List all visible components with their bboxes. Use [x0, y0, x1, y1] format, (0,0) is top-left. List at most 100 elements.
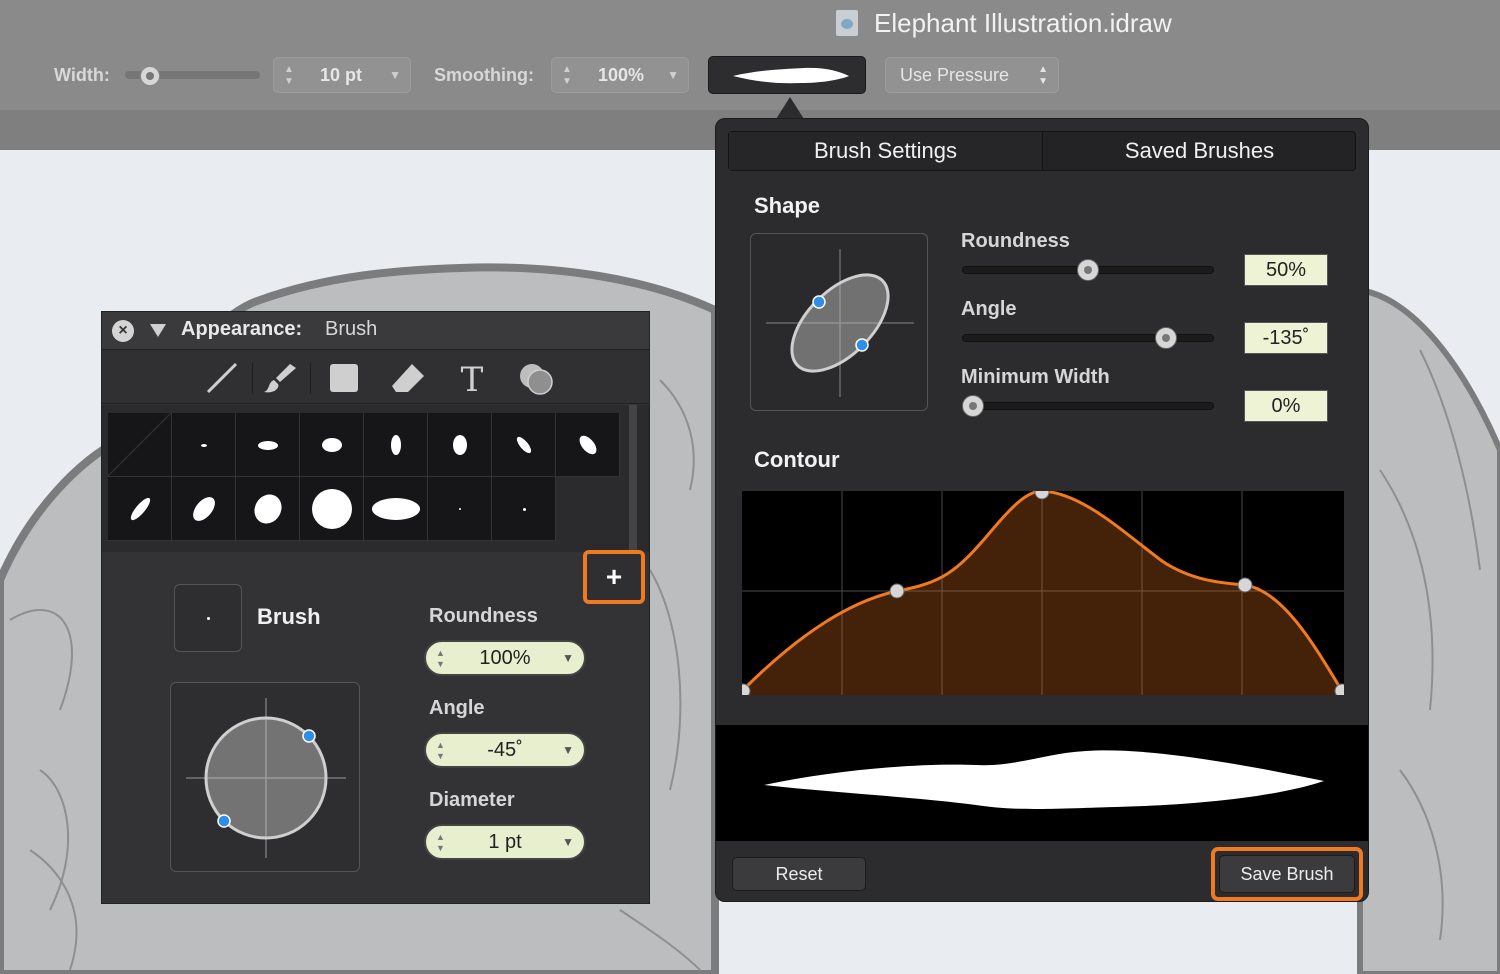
width-stepper[interactable]: ▲ ▼ 10 pt ▼ — [273, 57, 411, 93]
brush-tip-shape — [576, 432, 600, 458]
chevron-down-icon[interactable]: ▼ — [562, 826, 574, 858]
chevron-down-icon[interactable]: ▼ — [389, 58, 401, 92]
brush-stroke-icon — [733, 67, 849, 84]
diameter-label: Diameter — [429, 789, 515, 811]
chevron-down-icon[interactable]: ▼ — [562, 734, 574, 766]
appearance-header: × Appearance: Brush — [102, 312, 649, 350]
line-tool-icon[interactable] — [196, 358, 248, 398]
stepper-arrows-icon[interactable]: ▲ ▼ — [436, 828, 445, 854]
shape-angle-label: Angle — [961, 298, 1017, 320]
brush-tip-shape — [391, 435, 401, 455]
width-slider-knob[interactable] — [140, 66, 160, 86]
brush-tip-cell[interactable] — [364, 413, 428, 477]
add-brush-button[interactable]: + — [583, 550, 645, 604]
stepper-arrows-icon[interactable]: ▲ ▼ — [562, 58, 572, 88]
shape-combine-icon[interactable] — [510, 358, 562, 398]
text-tool-icon[interactable]: T — [446, 358, 498, 400]
brush-tip-cell[interactable] — [300, 477, 364, 541]
tool-divider — [252, 362, 253, 394]
eraser-tool-icon[interactable] — [382, 358, 434, 398]
stepper-arrows-icon[interactable]: ▲ ▼ — [436, 644, 445, 670]
roundness-value-field[interactable]: 50% — [1244, 254, 1328, 286]
angle-value-field[interactable]: -135˚ — [1244, 322, 1328, 354]
brush-tip-cell[interactable] — [300, 413, 364, 477]
angle-handle[interactable] — [217, 814, 231, 828]
brush-tip-cell[interactable] — [172, 477, 236, 541]
brush-tip-cell[interactable] — [428, 413, 492, 477]
angle-combo[interactable]: ▲ ▼ -45˚ ▼ — [424, 732, 586, 768]
disclosure-triangle-icon[interactable] — [150, 324, 166, 337]
shape-handle[interactable] — [855, 338, 869, 352]
brush-tip-cell[interactable] — [364, 477, 428, 541]
popover-arrow — [776, 97, 804, 119]
brush-tip-shape — [459, 508, 461, 510]
brush-tip-cell[interactable] — [172, 413, 236, 477]
roundness-combo[interactable]: ▲ ▼ 100% ▼ — [424, 640, 586, 676]
brush-tip-cell[interactable] — [236, 413, 300, 477]
tool-divider — [310, 362, 311, 394]
rectangle-tool-icon[interactable] — [318, 358, 370, 398]
width-value: 10 pt — [320, 65, 363, 85]
angle-value: -45˚ — [487, 739, 523, 761]
brush-tabs: Brush Settings Saved Brushes — [728, 131, 1356, 171]
brush-tip-cell[interactable] — [108, 477, 172, 541]
shape-handle[interactable] — [812, 295, 826, 309]
diameter-combo[interactable]: ▲ ▼ 1 pt ▼ — [424, 824, 586, 860]
diameter-value: 1 pt — [488, 831, 522, 853]
brush-tip-shape — [453, 435, 467, 455]
svg-text:T: T — [461, 360, 484, 398]
brush-grid — [108, 413, 621, 543]
shape-editor[interactable] — [750, 233, 928, 411]
shape-title: Shape — [754, 193, 821, 218]
reset-button[interactable]: Reset — [732, 857, 866, 891]
contour-point[interactable] — [1237, 577, 1253, 593]
angle-slider-knob[interactable] — [1155, 327, 1178, 349]
tab-saved-brushes[interactable]: Saved Brushes — [1043, 132, 1356, 170]
brush-settings-popover: Brush Settings Saved Brushes Shape Round… — [715, 118, 1369, 902]
brush-grid-scrollbar[interactable] — [629, 405, 637, 552]
brush-tip-shape — [249, 489, 287, 529]
brush-name-label: Brush — [257, 604, 321, 629]
min-width-slider[interactable] — [962, 402, 1214, 410]
brush-tip-shape — [312, 489, 352, 529]
brush-tip-cell[interactable] — [492, 413, 556, 477]
chevron-down-icon[interactable]: ▼ — [667, 58, 679, 92]
plus-icon: + — [605, 561, 623, 592]
angle-handle[interactable] — [302, 729, 316, 743]
stepper-arrows-icon[interactable]: ▲ ▼ — [284, 58, 294, 88]
brush-tip-cell[interactable] — [236, 477, 300, 541]
brush-preview-button[interactable] — [708, 56, 866, 94]
chevron-down-icon[interactable]: ▼ — [562, 642, 574, 674]
contour-editor[interactable] — [735, 484, 1350, 699]
tab-brush-settings[interactable]: Brush Settings — [729, 132, 1042, 170]
smoothing-stepper[interactable]: ▲ ▼ 100% ▼ — [551, 57, 689, 93]
brush-tip-shape — [322, 438, 342, 452]
close-icon[interactable]: × — [112, 320, 134, 342]
brush-tool-icon[interactable] — [254, 358, 306, 398]
contour-point[interactable] — [889, 583, 905, 599]
angle-label: Angle — [429, 697, 485, 719]
roundness-slider-knob[interactable] — [1077, 259, 1099, 281]
brush-tip-shape — [372, 498, 420, 520]
appearance-title: Appearance: — [181, 318, 303, 340]
brush-tip-shape — [258, 440, 278, 450]
brush-tip-cell[interactable] — [108, 413, 172, 477]
min-width-slider-knob[interactable] — [962, 395, 984, 417]
brush-tip-cell[interactable] — [492, 477, 556, 541]
contour-title: Contour — [754, 447, 840, 472]
stepper-arrows-icon[interactable]: ▲ ▼ — [436, 736, 445, 762]
brush-tip-cell[interactable] — [556, 413, 620, 477]
stroke-preview — [716, 725, 1368, 841]
brush-tip-shape — [127, 495, 153, 523]
brush-roundness-editor[interactable] — [170, 682, 360, 872]
min-width-label: Minimum Width — [961, 366, 1110, 388]
brush-tip-cell[interactable] — [428, 477, 492, 541]
min-width-value-field[interactable]: 0% — [1244, 390, 1328, 422]
brush-tip-shape — [201, 443, 207, 447]
appearance-subtitle: Brush — [325, 318, 378, 340]
save-brush-button[interactable]: Save Brush — [1219, 855, 1355, 893]
use-pressure-popup[interactable]: Use Pressure ▲ ▼ — [885, 57, 1059, 93]
use-pressure-label: Use Pressure — [900, 65, 1010, 85]
smoothing-label: Smoothing: — [434, 65, 534, 85]
width-label: Width: — [54, 65, 110, 85]
